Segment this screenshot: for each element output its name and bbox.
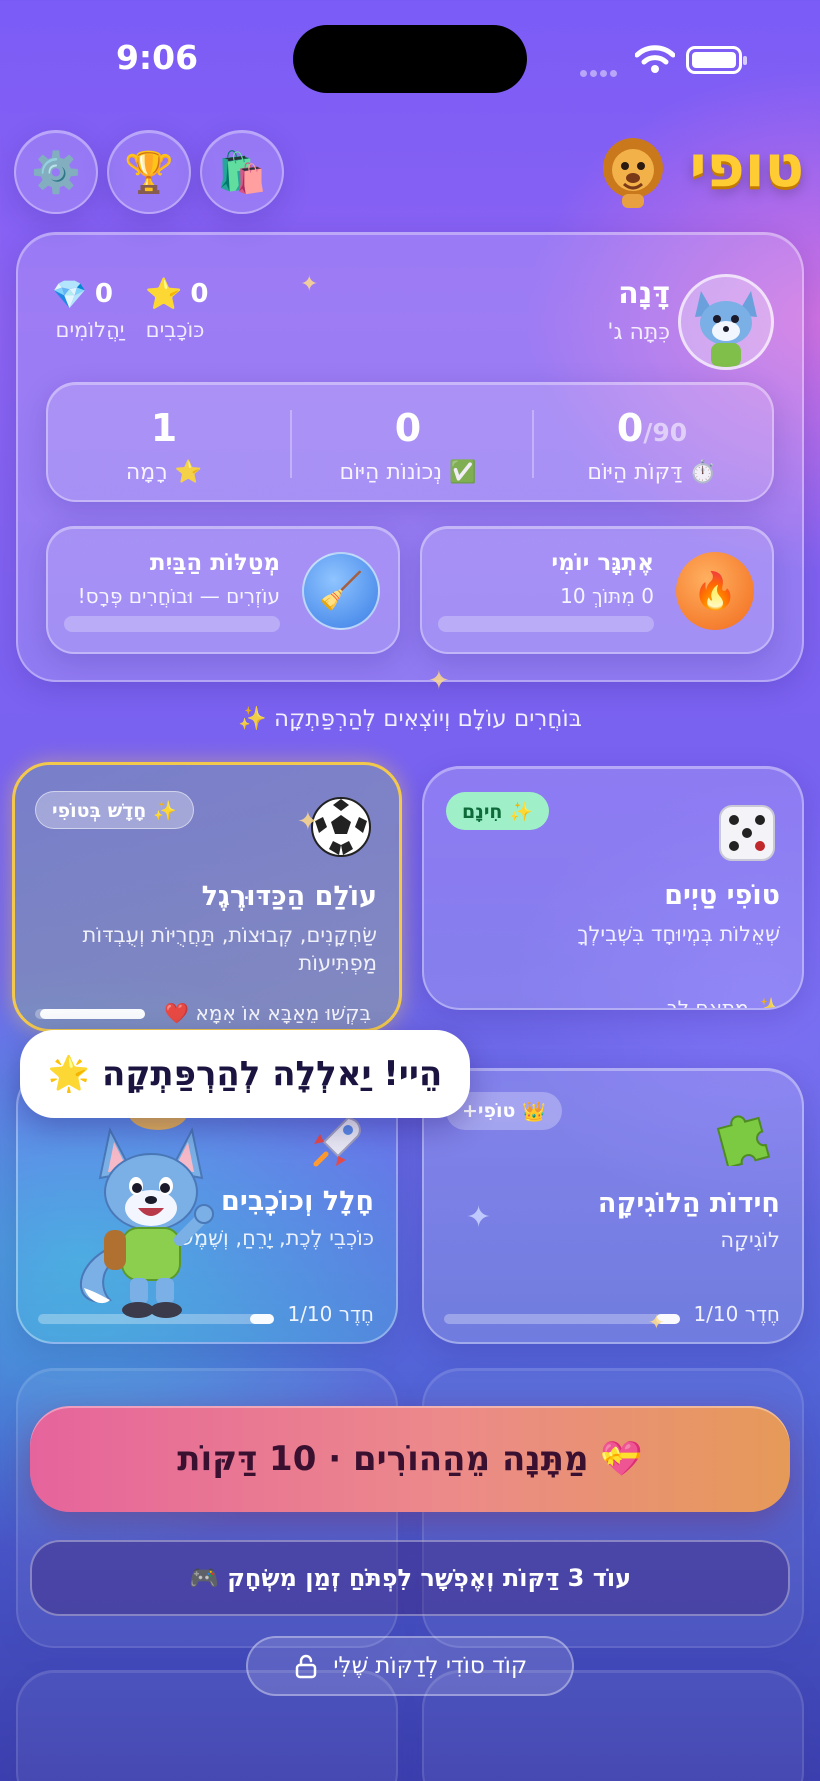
card-footer: ✨ מֻתְאָם לְךָ [666, 996, 780, 1010]
fox-avatar-icon [695, 291, 757, 367]
avatar[interactable] [678, 274, 774, 370]
card-progress-fill [250, 1314, 274, 1324]
level-label: רָמָה [125, 460, 168, 485]
card-progress-fill [464, 1008, 646, 1010]
chores-card[interactable]: 🧹 מְטַלּוֹת הַבַּיִת עוֹזְרִים — וּבוֹחֲ… [46, 526, 400, 654]
game-card-tofi-time[interactable]: ✨ חִינָם טוֹפִי טַיְים שְׁאֵלוֹת בְּמְיו… [422, 766, 804, 1010]
daily-challenge-title: אֶתְגָּר יוֹמִי [551, 550, 654, 576]
stars-counter: ⭐ 0 [145, 276, 225, 312]
level-value: 1 [150, 406, 178, 450]
mascot-speech-bubble: הֵיי! יַאלְלָה לְהַרְפַּתְקָה 🌟 [20, 1030, 470, 1118]
secret-code-label: קוֹד סוֹדִי לְדַקּוֹת שֶׁלִּי [333, 1653, 528, 1679]
app-logo: טופי [689, 132, 804, 200]
dice-icon [719, 805, 775, 861]
profile-name: דָּנָה [618, 276, 670, 311]
gear-icon: ⚙️ [31, 149, 81, 196]
broom-icon: 🧹 [302, 552, 380, 630]
sparkle-icon: ✦ [648, 1310, 665, 1334]
minutes-label: דַּקּוֹת הַיּוֹם [587, 460, 683, 485]
diamonds-counter: 💎 0 [52, 276, 132, 312]
sparkle-icon: ✦ [466, 1200, 492, 1235]
correct-value: 0 [394, 406, 422, 450]
plus-badge-label: טוֹפִי+ [462, 1100, 516, 1122]
card-description: שְׁאֵלוֹת בְּמְיוּחָד בִּשְׁבִילְךָ [577, 922, 780, 946]
worlds-subtitle: בּוֹחֲרִים עוֹלָם וְיוֹצְאִים לְהַרְפַּת… [238, 706, 582, 732]
new-badge: ✨ חָדָשׁ בְּטוֹפִי [35, 791, 194, 829]
star-icon: ⭐ [145, 276, 183, 312]
card-footer: בִּקְשׁוּ מֵאַבָּא אוֹ אִמָּא [195, 1001, 371, 1025]
puzzle-icon [716, 1115, 771, 1166]
signal-icon [580, 62, 622, 77]
stars-value: 0 [190, 279, 209, 309]
stopwatch-icon: ⏱️ [689, 460, 717, 485]
diamonds-value: 0 [94, 279, 113, 309]
diamond-icon: 💎 [52, 277, 87, 311]
battery-icon [686, 46, 747, 74]
parent-gift-button[interactable]: 💝 מַתָּנָה מֵהַהוֹרִים · 10 דַּקּוֹת [30, 1406, 790, 1512]
minutes-total: /90 [643, 418, 688, 447]
secret-code-button[interactable]: קוֹד סוֹדִי לְדַקּוֹת שֶׁלִּי [246, 1636, 574, 1696]
game-card-logic[interactable]: 👑 טוֹפִי+ ✦ חִידוֹת הַלוֹגִיקָה לוֹגִיקָ… [422, 1068, 804, 1344]
card-progress-track [444, 1314, 680, 1324]
card-footer: חֶדֶר 1/10 [693, 1302, 780, 1326]
lion-mascot-icon [603, 138, 663, 208]
dynamic-island [293, 25, 527, 93]
card-title: עוֹלַם הַכַּדּוּרֶגֶל [201, 881, 377, 912]
unlock-play-time-prompt[interactable]: עוֹד 3 דַּקּוֹת וְאֶפְשָׁר לִפְתֹּחַ זְמ… [30, 1540, 790, 1616]
crown-icon: 👑 [522, 1100, 546, 1123]
daily-challenge-card[interactable]: 🔥 אֶתְגָּר יוֹמִי 0 מִתּוֹךְ 10 [420, 526, 774, 654]
card-title: חִידוֹת הַלוֹגִיקָה [597, 1188, 780, 1219]
sparkle-icon: ✦ [300, 272, 319, 297]
trophy-button[interactable]: 🏆 [107, 130, 191, 214]
trophy-icon: 🏆 [124, 149, 174, 196]
wifi-icon [635, 45, 675, 73]
shopping-bags-icon: 🛍️ [217, 149, 267, 196]
chores-subtitle: עוֹזְרִים — וּבוֹחֲרִים פְּרָס! [77, 584, 280, 608]
heart-icon: ❤️ [164, 1001, 190, 1025]
chores-title: מְטַלּוֹת הַבַּיִת [149, 550, 280, 576]
free-badge: ✨ חִינָם [446, 792, 549, 830]
unlock-icon [295, 1654, 317, 1679]
profile-class: כִּתָּה ג' [607, 320, 670, 345]
daily-challenge-progress-bar [438, 616, 654, 632]
rocket-icon [313, 1116, 361, 1167]
chores-progress-bar [64, 616, 280, 632]
card-description: שַׂחְקָנִים, קְבוּצוֹת, תַּחֲרֻיּוֹת וְע… [82, 923, 377, 976]
shop-button[interactable]: 🛍️ [200, 130, 284, 214]
correct-label: נְכוֹנוֹת הַיּוֹם [339, 460, 443, 485]
fire-icon: 🔥 [676, 552, 754, 630]
card-description: לוֹגִיקָה [720, 1228, 780, 1252]
diamonds-label: יַהֲלוֹמִים [55, 318, 125, 342]
daily-challenge-progress-text: 0 מִתּוֹךְ 10 [560, 584, 654, 608]
card-title: טוֹפִי טַיְים [664, 880, 780, 911]
correct-stat: 0 ✅ נְכוֹנוֹת הַיּוֹם [288, 384, 528, 500]
stars-label: כּוֹכָבִים [145, 318, 205, 342]
sparkle-icon: ✦ [297, 807, 319, 837]
daily-stats: 0/90 ⏱️ דַּקּוֹת הַיּוֹם 0 ✅ נְכוֹנוֹת ה… [46, 382, 774, 502]
level-stat: 1 ⭐ רָמָה [44, 384, 284, 500]
game-card-football[interactable]: ✨ חָדָשׁ בְּטוֹפִי ✦ עוֹלַם הַכַּדּוּרֶג… [12, 762, 402, 1032]
minutes-stat: 0/90 ⏱️ דַּקּוֹת הַיּוֹם [532, 384, 772, 500]
card-title: חָלָל וְכוֹכָבִים [221, 1186, 374, 1217]
card-progress-fill [40, 1009, 145, 1019]
fox-mascot [79, 1100, 214, 1318]
minutes-value: 0 [616, 406, 644, 450]
checkmark-icon: ✅ [449, 460, 477, 485]
sparkle-icon: ✦ [428, 666, 450, 696]
settings-button[interactable]: ⚙️ [14, 130, 98, 214]
star-icon: ⭐ [174, 460, 203, 485]
card-footer: חֶדֶר 1/10 [287, 1302, 374, 1326]
status-time: 9:06 [115, 38, 199, 77]
card-progress-track [444, 1008, 646, 1010]
